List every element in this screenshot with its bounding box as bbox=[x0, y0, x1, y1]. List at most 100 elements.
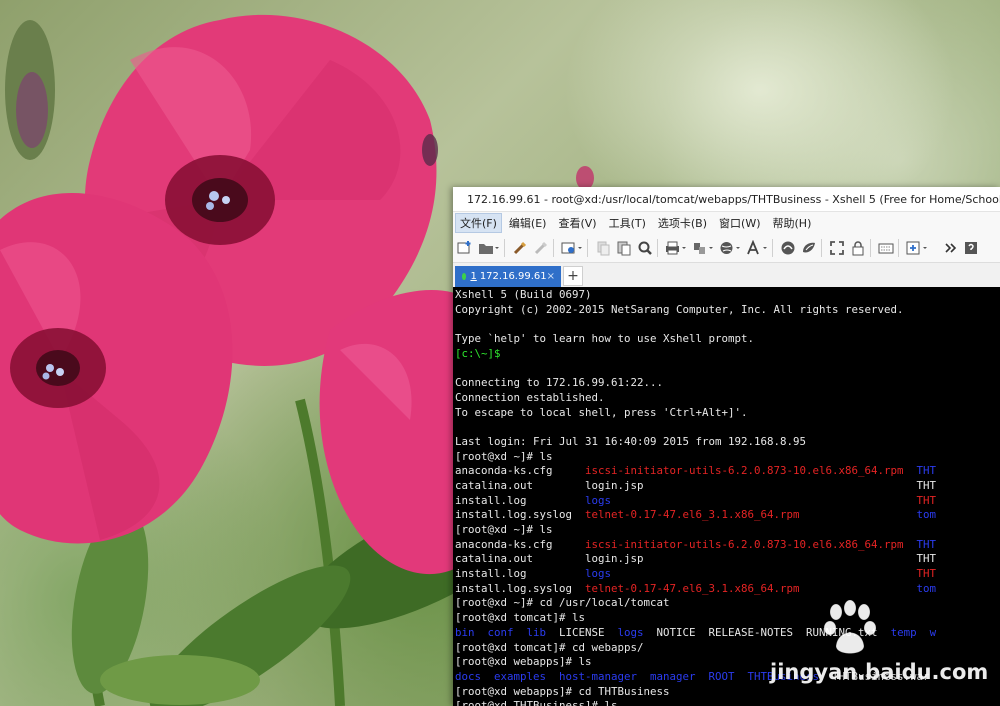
toolbar-separator bbox=[504, 239, 505, 257]
terminal-text: anaconda-ks.cfg bbox=[455, 464, 586, 478]
terminal-text: Xshell 5 (Build 0697) bbox=[455, 288, 592, 301]
transfer-icon[interactable] bbox=[691, 239, 715, 257]
open-folder-icon[interactable] bbox=[477, 239, 501, 257]
terminal-text: login.jsp bbox=[585, 552, 917, 566]
print-icon[interactable] bbox=[664, 239, 688, 257]
compose-icon[interactable] bbox=[905, 239, 929, 257]
terminal-line: Last login: Fri Jul 31 16:40:09 2015 fro… bbox=[455, 435, 1000, 450]
terminal-text: [root@xd webapps]# ls bbox=[455, 655, 592, 669]
font-icon[interactable] bbox=[745, 239, 769, 257]
terminal-text: catalina.out bbox=[455, 478, 586, 492]
terminal-text: THT bbox=[916, 478, 937, 492]
terminal-output[interactable]: Xshell 5 (Build 0697) Copyright (c) 2002-… bbox=[453, 287, 1000, 706]
terminal-text: Copyright (c) 2002-2015 NetSarang Comput… bbox=[455, 302, 904, 316]
xshell-window: 172.16.99.61 - root@xd:/usr/local/tomcat… bbox=[453, 187, 1000, 706]
close-tab-icon[interactable]: × bbox=[547, 271, 555, 282]
terminal-text: bin conf lib bbox=[455, 625, 560, 639]
terminal-text: [root@xd tomcat]# cd webapps/ bbox=[455, 640, 644, 654]
terminal-line: Type `help' to learn how to use Xshell p… bbox=[455, 332, 1000, 347]
terminal-line: [root@xd ~]# ls bbox=[455, 523, 1000, 538]
terminal-text: install.log bbox=[455, 567, 586, 581]
terminal-text: anaconda-ks.cfg bbox=[455, 537, 586, 551]
toolbar-separator bbox=[821, 239, 822, 257]
menu-edit[interactable]: 编辑(E) bbox=[504, 213, 552, 233]
terminal-line: [root@xd THTBusiness]# ls bbox=[455, 699, 1000, 706]
terminal-text: install.log bbox=[455, 493, 586, 507]
terminal-text: Connection established. bbox=[455, 390, 605, 404]
title-bar[interactable]: 172.16.99.61 - root@xd:/usr/local/tomcat… bbox=[453, 187, 1000, 212]
terminal-text: [root@xd ~]# ls bbox=[455, 523, 553, 536]
terminal-text: To escape to local shell, press 'Ctrl+Al… bbox=[455, 405, 748, 419]
terminal-line: To escape to local shell, press 'Ctrl+Al… bbox=[455, 406, 1000, 421]
menu-tools[interactable]: 工具(T) bbox=[604, 213, 651, 233]
globe-icon[interactable] bbox=[718, 239, 742, 257]
terminal-text: THT bbox=[916, 552, 937, 566]
terminal-line: bin conf lib LICENSE logs NOTICE RELEASE… bbox=[455, 626, 1000, 641]
keyboard-icon[interactable] bbox=[877, 239, 895, 257]
paste-icon[interactable] bbox=[615, 239, 633, 257]
menu-view[interactable]: 查看(V) bbox=[553, 213, 601, 233]
terminal-text: install.log.syslog bbox=[455, 508, 586, 522]
terminal-text: iscsi-initiator-utils-6.2.0.873-10.el6.x… bbox=[585, 464, 917, 478]
terminal-line: anaconda-ks.cfg iscsi-initiator-utils-6.… bbox=[455, 538, 1000, 553]
terminal-text: Type `help' to learn how to use Xshell p… bbox=[455, 332, 755, 346]
xftp-icon[interactable] bbox=[779, 239, 797, 257]
terminal-text: telnet-0.17-47.el6_3.1.x86_64.rpm bbox=[585, 581, 917, 595]
session-tab[interactable]: 1 172.16.99.61 × bbox=[455, 266, 561, 287]
terminal-line: [root@xd tomcat]# cd webapps/ bbox=[455, 641, 1000, 656]
terminal-text: THTBusiness.war bbox=[832, 669, 930, 683]
terminal-line: catalina.out login.jsp THT bbox=[455, 479, 1000, 494]
menu-tabs[interactable]: 选项卡(B) bbox=[653, 213, 712, 233]
terminal-text: tom bbox=[916, 508, 937, 522]
xmanager-icon[interactable] bbox=[800, 239, 818, 257]
session-tab-label: 172.16.99.61 bbox=[479, 271, 547, 282]
copy-icon[interactable] bbox=[594, 239, 612, 257]
toolbar-separator bbox=[772, 239, 773, 257]
new-session-icon[interactable] bbox=[456, 239, 474, 257]
terminal-line: [root@xd webapps]# cd THTBusiness bbox=[455, 685, 1000, 700]
toolbar-separator bbox=[587, 239, 588, 257]
terminal-text: tom bbox=[916, 581, 937, 595]
terminal-line: [root@xd ~]# ls bbox=[455, 450, 1000, 465]
terminal-line: Xshell 5 (Build 0697) bbox=[455, 288, 1000, 303]
terminal-text: THT bbox=[916, 537, 937, 551]
find-icon[interactable] bbox=[636, 239, 654, 257]
terminal-text: login.jsp bbox=[585, 478, 917, 492]
terminal-line: Copyright (c) 2002-2015 NetSarang Comput… bbox=[455, 303, 1000, 318]
terminal-text: docs examples host-manager manager ROOT … bbox=[455, 669, 833, 683]
more-icon[interactable] bbox=[941, 239, 959, 257]
terminal-line: install.log logs THT bbox=[455, 494, 1000, 509]
menu-help[interactable]: 帮助(H) bbox=[768, 213, 817, 233]
menu-bar: 文件(F) 编辑(E) 查看(V) 工具(T) 选项卡(B) 窗口(W) 帮助(… bbox=[453, 212, 1000, 234]
toolbar bbox=[453, 234, 1000, 263]
help-icon[interactable] bbox=[962, 239, 980, 257]
lock-icon[interactable] bbox=[849, 239, 867, 257]
terminal-text: Connecting to 172.16.99.61:22... bbox=[455, 376, 664, 390]
terminal-text: [root@xd THTBusiness]# ls bbox=[455, 699, 618, 706]
terminal-text: temp w bbox=[890, 625, 937, 639]
reconnect-icon[interactable] bbox=[511, 239, 529, 257]
terminal-text: [root@xd tomcat]# ls bbox=[455, 611, 586, 625]
terminal-line: catalina.out login.jsp THT bbox=[455, 552, 1000, 567]
terminal-line: [root@xd ~]# cd /usr/local/tomcat bbox=[455, 596, 1000, 611]
disconnect-icon[interactable] bbox=[532, 239, 550, 257]
menu-file[interactable]: 文件(F) bbox=[455, 213, 502, 233]
terminal-line: docs examples host-manager manager ROOT … bbox=[455, 670, 1000, 685]
new-tab-button[interactable]: + bbox=[563, 266, 583, 286]
terminal-text: logs bbox=[585, 493, 917, 507]
menu-window[interactable]: 窗口(W) bbox=[714, 213, 765, 233]
terminal-text: Last login: Fri Jul 31 16:40:09 2015 fro… bbox=[455, 434, 807, 448]
terminal-text: THT bbox=[916, 493, 937, 507]
toolbar-separator bbox=[898, 239, 899, 257]
toolbar-separator bbox=[657, 239, 658, 257]
terminal-text: [root@xd ~]# ls bbox=[455, 449, 553, 463]
window-title: 172.16.99.61 - root@xd:/usr/local/tomcat… bbox=[467, 192, 1000, 206]
properties-icon[interactable] bbox=[560, 239, 584, 257]
terminal-text: install.log.syslog bbox=[455, 581, 586, 595]
terminal-line: Connection established. bbox=[455, 391, 1000, 406]
terminal-line: install.log logs THT bbox=[455, 567, 1000, 582]
fullscreen-icon[interactable] bbox=[828, 239, 846, 257]
connection-status-indicator bbox=[462, 273, 467, 280]
